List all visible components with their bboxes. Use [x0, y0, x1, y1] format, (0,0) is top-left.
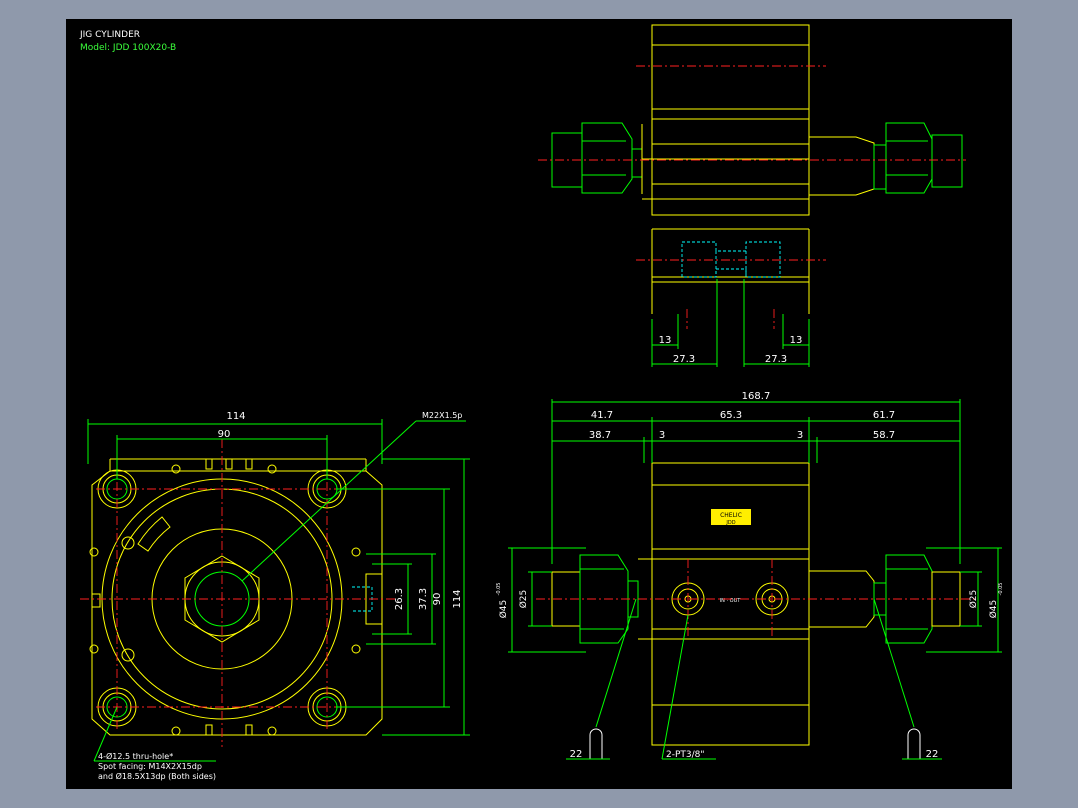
top-right-fitting — [809, 122, 963, 196]
dim-side-gap-right: 3 — [797, 430, 803, 441]
hole-callout-3: and Ø18.5X13dp (Both sides) — [98, 771, 216, 781]
dim-side-phi25-left: Ø25 — [518, 590, 529, 609]
drawing-viewport[interactable]: .y { stroke:#ffff00; fill:none; stroke-w… — [66, 19, 1012, 789]
cad-canvas: .y { stroke:#ffff00; fill:none; stroke-w… — [79, 24, 1004, 781]
side-view: IN · OUT CHELIC JDD 168.7 41.7 65.3 61.7… — [496, 391, 1004, 760]
dim-front-26: 26.3 — [394, 588, 405, 610]
dim-side-phi45-left: Ø45 — [498, 600, 509, 619]
dim-side-total: 168.7 — [742, 391, 771, 402]
port-callout: 2-PT3/8" — [666, 750, 705, 760]
dim-top-27-right: 27.3 — [765, 354, 787, 365]
top-left-fitting — [551, 122, 652, 200]
dim-top-13-left: 13 — [659, 335, 672, 346]
top-body-outline — [651, 24, 810, 216]
front-body-outline — [91, 459, 383, 736]
dim-side-mid: 65.3 — [720, 410, 742, 421]
drawing-title: JIG CYLINDER — [79, 30, 140, 40]
dim-side-22-left: 22 — [570, 749, 583, 760]
tol-right: -0.05 — [998, 583, 1004, 596]
front-view: 114 90 26.3 37.3 90 114 M22X1.5p 4-Ø12.5… — [80, 411, 470, 781]
side-body-outline — [651, 462, 810, 746]
dim-side-left2: 38.7 — [589, 430, 611, 441]
brand-badge: CHELIC JDD — [711, 509, 751, 526]
dim-side-right: 61.7 — [873, 410, 895, 421]
dim-top-27-left: 27.3 — [673, 354, 695, 365]
dim-front-90: 90 — [218, 429, 231, 440]
dim-top-13-right: 13 — [790, 335, 803, 346]
dim-front-114v: 114 — [452, 589, 463, 608]
slot-set — [89, 464, 361, 736]
hole-callout-1: 4-Ø12.5 thru-hole* — [98, 751, 173, 761]
dim-side-left: 41.7 — [591, 410, 613, 421]
tol-left: -0.05 — [496, 583, 502, 596]
port-thread-callout: M22X1.5p — [422, 411, 462, 420]
dim-front-37: 37.3 — [418, 588, 429, 610]
top-view: 13 13 27.3 27.3 — [538, 24, 966, 367]
model-label: Model: JDD 100X20-B — [80, 43, 176, 53]
dim-side-phi25-right: Ø25 — [968, 590, 979, 609]
dim-side-phi45-right: Ø45 — [988, 600, 999, 619]
hole-callout-2: Spot facing: M14X2X15dp — [98, 762, 202, 771]
dim-front-90v: 90 — [432, 593, 443, 606]
dim-side-22-right: 22 — [926, 749, 939, 760]
badge-brand: CHELIC — [720, 512, 742, 519]
dim-front-114: 114 — [226, 411, 245, 422]
badge-model: JDD — [725, 520, 735, 526]
dim-side-right2: 58.7 — [873, 430, 895, 441]
dim-side-gap-left: 3 — [659, 430, 665, 441]
